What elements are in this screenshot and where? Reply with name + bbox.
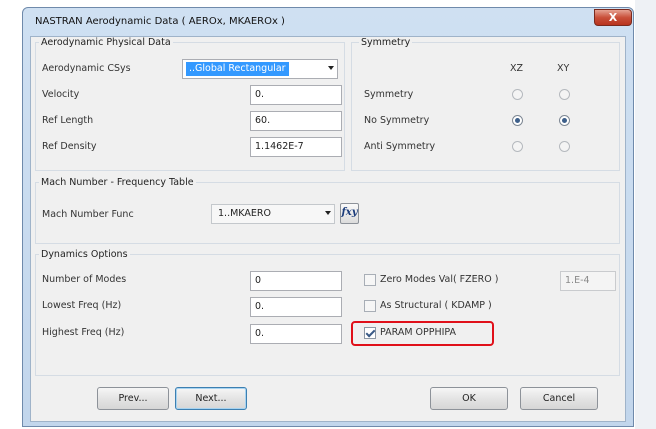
velocity-label: Velocity xyxy=(42,89,80,100)
lowest-freq-field[interactable]: 0. xyxy=(250,297,342,317)
title-bar[interactable]: NASTRAN Aerodynamic Data ( AEROx, MKAERO… xyxy=(23,8,633,34)
aero-csys-value: ..Global Rectangular xyxy=(186,62,289,76)
mach-func-value: 1..MKAERO xyxy=(218,208,271,219)
highest-freq-label: Highest Freq (Hz) xyxy=(42,327,125,338)
dynamics-group-label: Dynamics Options xyxy=(39,249,130,260)
close-button[interactable]: X xyxy=(594,9,632,26)
chevron-down-icon xyxy=(328,66,334,70)
ok-button[interactable]: OK xyxy=(430,387,508,410)
lowest-freq-label: Lowest Freq (Hz) xyxy=(42,300,122,311)
ref-density-field[interactable]: 1.1462E-7 xyxy=(250,137,342,157)
param-opphipa-label: PARAM OPPHIPA xyxy=(380,327,457,338)
param-opphipa-checkbox[interactable] xyxy=(364,327,376,339)
as-structural-label: As Structural ( KDAMP ) xyxy=(380,300,492,311)
dialog-title: NASTRAN Aerodynamic Data ( AEROx, MKAERO… xyxy=(35,16,285,27)
dialog-window: NASTRAN Aerodynamic Data ( AEROx, MKAERO… xyxy=(22,7,634,427)
no-symmetry-xy-radio[interactable] xyxy=(559,115,570,126)
ref-density-label: Ref Density xyxy=(42,141,97,152)
aero-csys-label: Aerodynamic CSys xyxy=(42,63,131,74)
dialog-client: Aerodynamic Physical Data Aerodynamic CS… xyxy=(30,36,626,422)
anti-symmetry-label: Anti Symmetry xyxy=(364,141,436,152)
background-window-edge xyxy=(635,0,656,429)
anti-symmetry-xy-radio[interactable] xyxy=(559,141,570,152)
ref-length-field[interactable]: 60. xyxy=(250,111,342,131)
symmetry-col-xy: XY xyxy=(557,63,570,74)
velocity-field[interactable]: 0. xyxy=(250,85,342,105)
ref-length-label: Ref Length xyxy=(42,115,94,126)
zero-modes-checkbox[interactable] xyxy=(364,274,376,286)
mach-func-dropdown[interactable]: 1..MKAERO xyxy=(211,204,335,224)
num-modes-field[interactable]: 0 xyxy=(250,271,342,291)
function-editor-button[interactable]: fxy xyxy=(340,203,359,224)
zero-modes-label: Zero Modes Val( FZERO ) xyxy=(380,274,499,285)
symmetry-xy-radio[interactable] xyxy=(559,89,570,100)
symmetry-group-label: Symmetry xyxy=(359,37,413,48)
num-modes-label: Number of Modes xyxy=(42,274,127,285)
prev-button[interactable]: Prev... xyxy=(97,387,169,410)
no-symmetry-label: No Symmetry xyxy=(364,115,430,126)
close-icon: X xyxy=(608,11,618,24)
symmetry-label: Symmetry xyxy=(364,89,414,100)
symmetry-col-xz: XZ xyxy=(510,63,524,74)
as-structural-checkbox[interactable] xyxy=(364,300,376,312)
no-symmetry-xz-radio[interactable] xyxy=(512,115,523,126)
mach-group-label: Mach Number - Frequency Table xyxy=(39,177,196,188)
cancel-button[interactable]: Cancel xyxy=(520,387,598,410)
zero-modes-field[interactable]: 1.E-4 xyxy=(560,271,616,291)
fxy-icon: fxy xyxy=(341,207,358,218)
symmetry-xz-radio[interactable] xyxy=(512,89,523,100)
next-button[interactable]: Next... xyxy=(175,387,247,410)
mach-func-label: Mach Number Func xyxy=(42,209,134,220)
highest-freq-field[interactable]: 0. xyxy=(250,324,342,344)
anti-symmetry-xz-radio[interactable] xyxy=(512,141,523,152)
chevron-down-icon xyxy=(325,211,331,215)
aero-physical-group-label: Aerodynamic Physical Data xyxy=(39,37,173,48)
aero-csys-dropdown[interactable]: ..Global Rectangular xyxy=(182,59,338,79)
